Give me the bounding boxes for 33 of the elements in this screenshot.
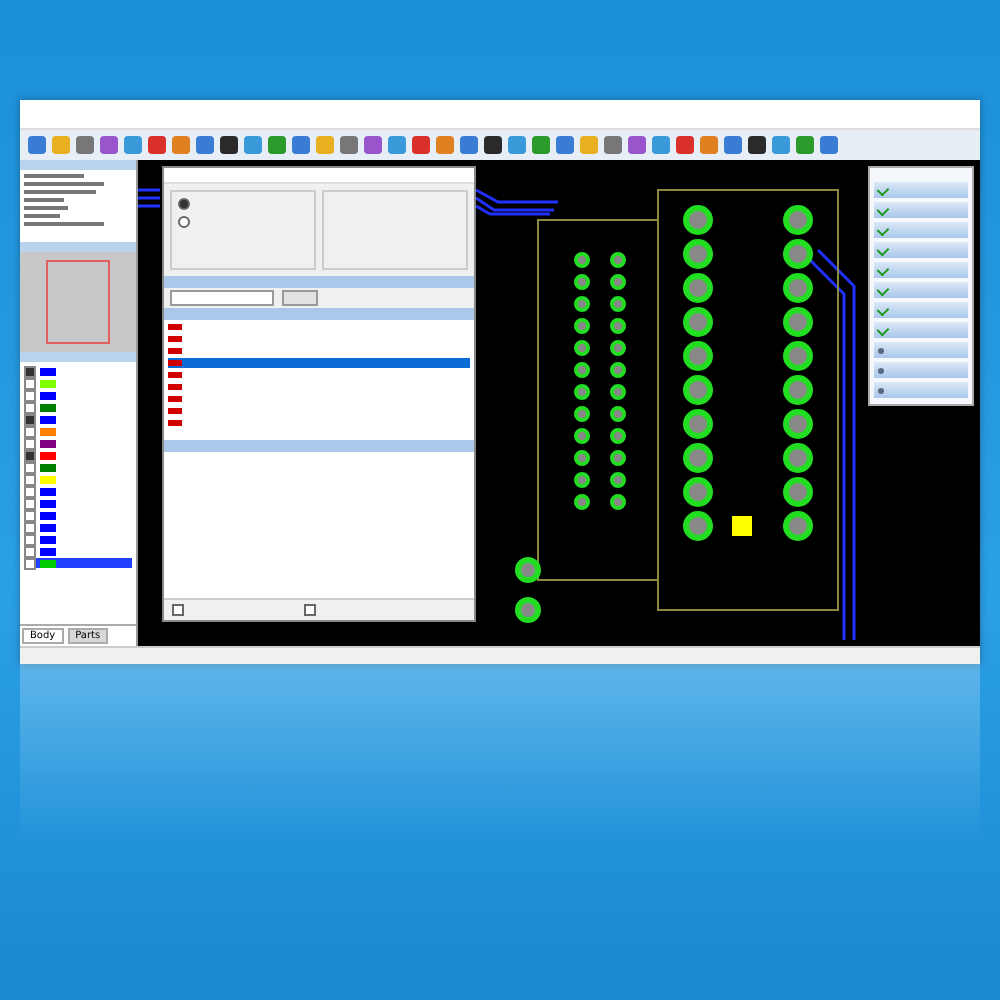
layer-row[interactable] <box>24 558 132 568</box>
option-checkbox[interactable] <box>304 604 316 616</box>
step-button[interactable] <box>874 342 968 358</box>
row-marker <box>168 384 182 390</box>
panel-header <box>20 160 136 170</box>
row-marker <box>168 396 182 402</box>
row-marker <box>168 360 182 366</box>
radio-button[interactable] <box>178 198 190 210</box>
step-button[interactable] <box>874 322 968 338</box>
step-button[interactable] <box>874 242 968 258</box>
step-button[interactable] <box>874 302 968 318</box>
row-marker <box>168 420 182 426</box>
row-marker <box>168 336 182 342</box>
step-button[interactable] <box>874 262 968 278</box>
layer-checkbox[interactable] <box>24 365 36 377</box>
step-button[interactable] <box>874 282 968 298</box>
row-marker <box>168 348 182 354</box>
search-field[interactable] <box>170 290 274 306</box>
panel-header <box>20 352 136 362</box>
row-marker <box>168 408 182 414</box>
step-button[interactable] <box>874 382 968 398</box>
row-marker <box>168 324 182 330</box>
step-button[interactable] <box>874 182 968 198</box>
row-marker <box>168 372 182 378</box>
step-button[interactable] <box>874 222 968 238</box>
trace-drawing <box>138 188 162 208</box>
step-button[interactable] <box>874 202 968 218</box>
view-frame <box>46 260 110 344</box>
radio-button[interactable] <box>178 216 190 228</box>
search-button[interactable] <box>282 290 318 306</box>
option-checkbox[interactable] <box>172 604 184 616</box>
panel-header <box>20 242 136 252</box>
step-button[interactable] <box>874 362 968 378</box>
